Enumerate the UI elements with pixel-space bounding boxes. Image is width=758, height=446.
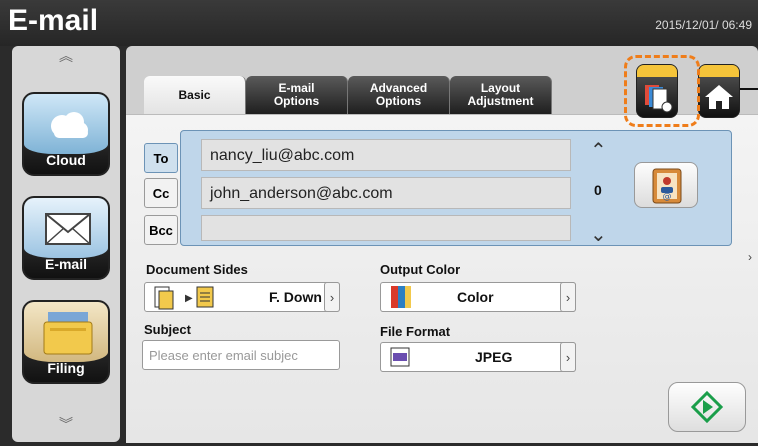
scroll-down-icon[interactable]: ︾ bbox=[12, 414, 120, 434]
subject-input[interactable] bbox=[142, 340, 340, 370]
tab-email-options[interactable]: E-mail Options bbox=[246, 76, 348, 114]
file-format-label: File Format bbox=[380, 324, 451, 339]
file-format-value: JPEG bbox=[475, 349, 513, 365]
svg-text:▶: ▶ bbox=[185, 293, 193, 304]
chevron-right-icon: › bbox=[560, 282, 576, 312]
color-icon bbox=[391, 286, 411, 308]
sidebar-item-email[interactable]: E-mail bbox=[22, 196, 110, 280]
tab-bar: Basic E-mail Options Advanced Options La… bbox=[144, 76, 552, 114]
cc-button[interactable]: Cc bbox=[144, 178, 178, 208]
home-icon bbox=[705, 85, 733, 109]
address-book-button[interactable]: @ bbox=[634, 162, 698, 208]
recipient-count: 0 bbox=[594, 182, 602, 198]
subject-label: Subject bbox=[144, 322, 191, 337]
output-color-label: Output Color bbox=[380, 262, 461, 277]
cloud-icon bbox=[51, 112, 88, 138]
callout-line bbox=[740, 88, 758, 90]
app-title: E-mail bbox=[8, 4, 99, 37]
folder-icon bbox=[43, 312, 93, 355]
scroll-up-icon[interactable]: ︽ bbox=[12, 46, 120, 66]
sidebar-item-filing[interactable]: Filing bbox=[22, 300, 110, 384]
to-field[interactable]: nancy_liu@abc.com bbox=[201, 139, 571, 171]
home-button[interactable] bbox=[698, 64, 740, 118]
sidebar-item-label: Filing bbox=[47, 360, 85, 376]
document-sides-value: F. Down bbox=[269, 289, 322, 305]
chevron-up-icon[interactable]: ⌃ bbox=[590, 138, 607, 163]
tab-advanced-options[interactable]: Advanced Options bbox=[348, 76, 450, 114]
sidebar: ︽ Cloud E-mail Filing ︾ bbox=[12, 46, 120, 442]
sidebar-item-cloud[interactable]: Cloud bbox=[22, 92, 110, 176]
chevron-right-icon: › bbox=[324, 282, 340, 312]
start-icon bbox=[690, 390, 724, 424]
to-button[interactable]: To bbox=[144, 143, 178, 173]
bcc-button[interactable]: Bcc bbox=[144, 215, 178, 245]
document-sides-select[interactable]: ▶ F. Down › bbox=[144, 282, 340, 312]
scroll-right-icon[interactable]: › bbox=[748, 250, 752, 264]
cc-field[interactable]: john_anderson@abc.com bbox=[201, 177, 571, 209]
bcc-field[interactable] bbox=[201, 215, 571, 241]
start-button[interactable] bbox=[668, 382, 746, 432]
chevron-right-icon: › bbox=[560, 342, 576, 372]
output-color-value: Color bbox=[457, 289, 494, 305]
sidebar-item-label: Cloud bbox=[46, 152, 86, 168]
chevron-down-icon[interactable]: ⌄ bbox=[590, 222, 607, 247]
jpeg-file-icon bbox=[390, 347, 410, 367]
address-book-icon: @ bbox=[652, 168, 682, 204]
document-sides-icon: ▶ bbox=[154, 286, 214, 310]
highlight-callout bbox=[624, 55, 700, 127]
datetime: 2015/12/01/ 06:49 bbox=[655, 18, 752, 32]
title-bar: E-mail 2015/12/01/ 06:49 bbox=[0, 0, 758, 46]
sidebar-item-label: E-mail bbox=[44, 256, 87, 272]
tab-basic[interactable]: Basic bbox=[144, 76, 246, 114]
envelope-icon bbox=[45, 213, 91, 245]
output-color-select[interactable]: Color › bbox=[380, 282, 576, 312]
tab-layout-adjustment[interactable]: Layout Adjustment bbox=[450, 76, 552, 114]
svg-text:@: @ bbox=[663, 192, 672, 202]
file-format-select[interactable]: JPEG › bbox=[380, 342, 576, 372]
document-sides-label: Document Sides bbox=[146, 262, 248, 277]
